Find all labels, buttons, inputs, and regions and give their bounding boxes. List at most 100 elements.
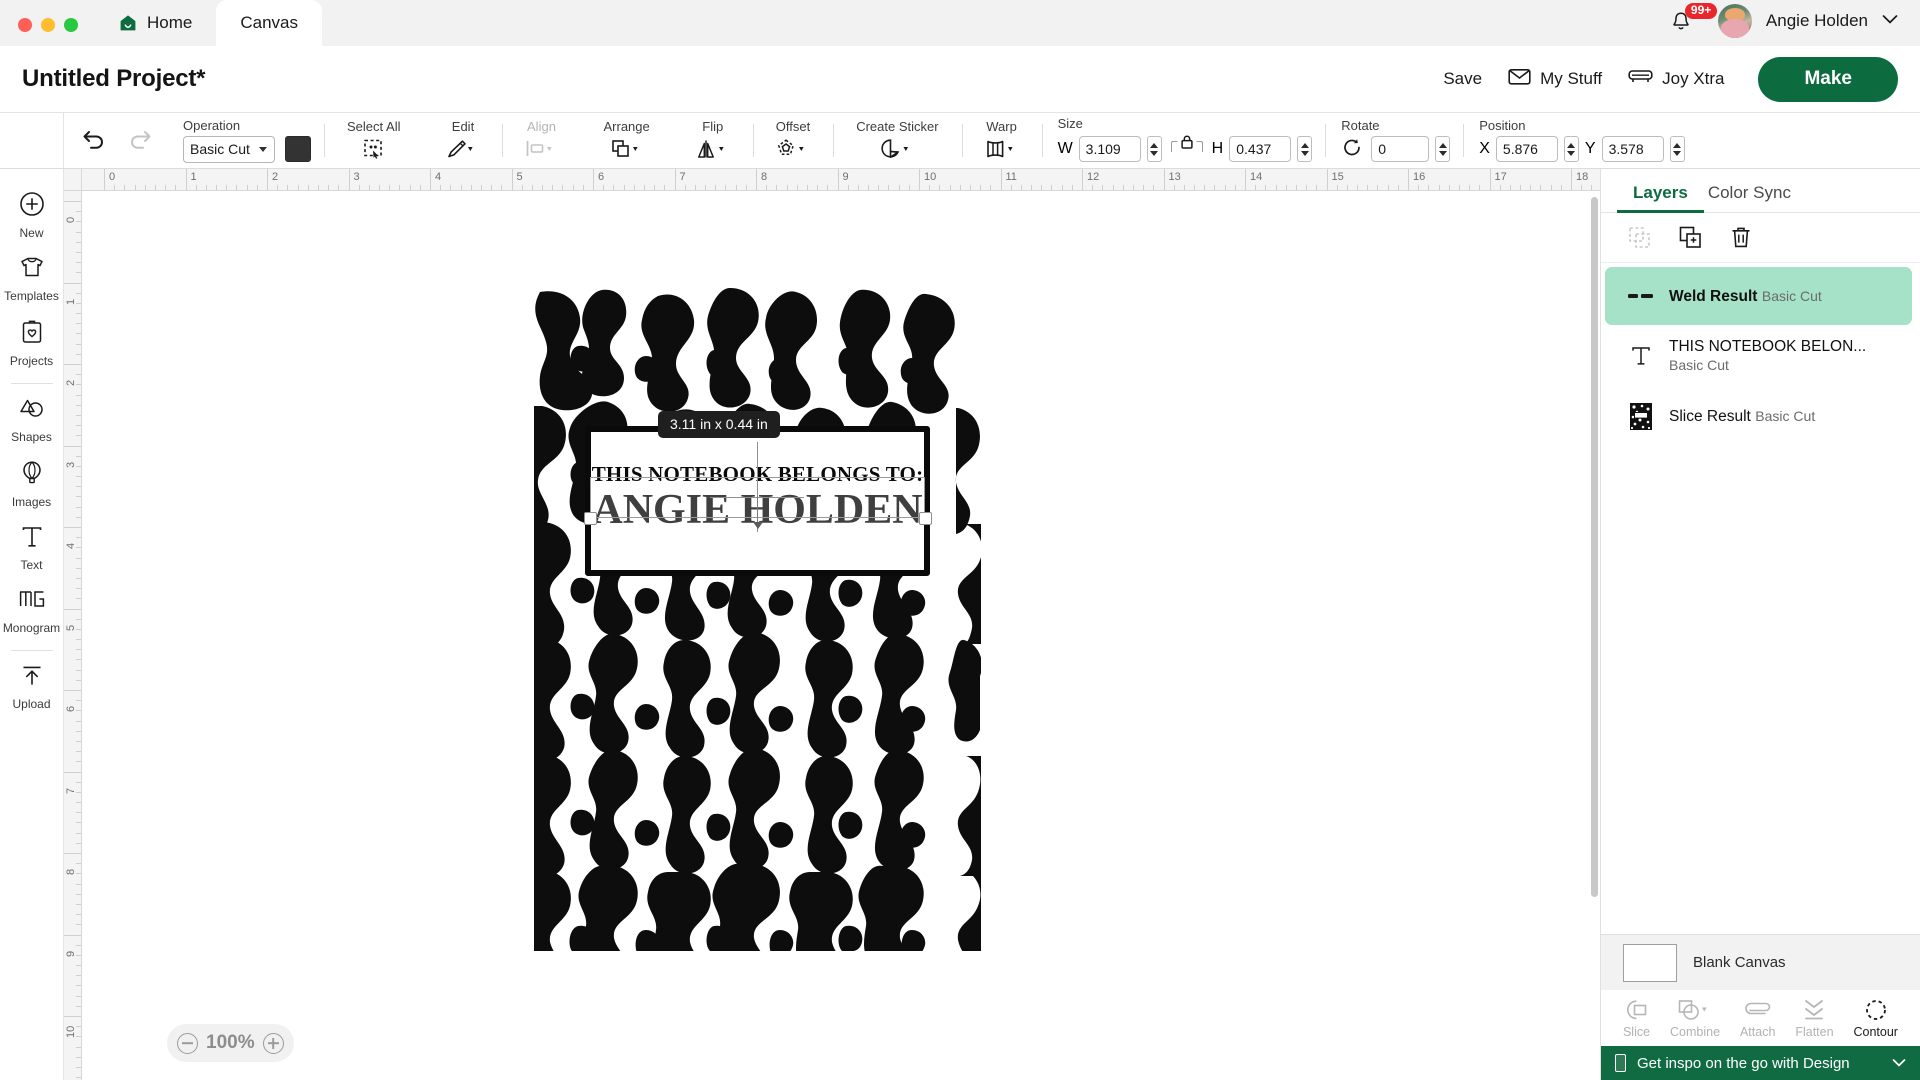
edit-button[interactable]: Edit <box>436 120 489 161</box>
rotate-stepper[interactable] <box>1435 136 1451 162</box>
ruler-minor-tick <box>715 185 717 190</box>
rotate-input[interactable]: 0 <box>1371 136 1430 162</box>
ruler-minor-tick <box>338 185 340 190</box>
monogram-icon <box>17 587 47 618</box>
promo-banner[interactable]: Get inspo on the go with Design <box>1601 1046 1920 1080</box>
contour-button[interactable]: Contour <box>1854 998 1898 1039</box>
zoom-window-button[interactable] <box>64 18 78 32</box>
rail-item-shapes[interactable]: Shapes <box>0 387 64 450</box>
attach-button[interactable]: Attach <box>1740 998 1775 1039</box>
rail-item-monogram[interactable]: Monogram <box>0 578 64 641</box>
joy-xtra-button[interactable]: Joy Xtra <box>1628 68 1724 90</box>
make-button[interactable]: Make <box>1758 56 1898 102</box>
ruler-tick <box>104 169 105 190</box>
ruler-minor-tick <box>76 1005 81 1007</box>
tab-color-sync[interactable]: Color Sync <box>1698 183 1801 212</box>
tab-layers[interactable]: Layers <box>1617 183 1704 213</box>
redo-icon[interactable] <box>126 127 152 154</box>
width-stepper[interactable] <box>1146 136 1162 162</box>
selection-handle-bl[interactable] <box>584 512 597 525</box>
group-icon[interactable] <box>1627 225 1652 250</box>
ruler-tick <box>64 201 81 202</box>
rail-item-text[interactable]: Text <box>0 515 64 578</box>
ruler-minor-tick <box>1560 185 1562 190</box>
avatar[interactable] <box>1717 4 1752 38</box>
tab-home[interactable]: Home <box>94 0 216 46</box>
rotate-handle-stem[interactable] <box>757 496 758 524</box>
arrange-button[interactable]: Arrange <box>593 120 659 161</box>
ruler-minor-tick <box>76 669 81 671</box>
layer-text: Weld Result Basic Cut <box>1669 287 1822 306</box>
position-x-stepper[interactable] <box>1563 136 1579 162</box>
canvas-vertical-scrollbar[interactable] <box>1591 197 1598 897</box>
ruler-minor-tick <box>572 185 574 190</box>
machine-icon <box>1628 68 1653 90</box>
minimize-window-button[interactable] <box>41 18 55 32</box>
ruler-minor-tick <box>1530 185 1532 190</box>
lock-aspect-ratio-button[interactable] <box>1168 134 1206 164</box>
ruler-tick <box>919 169 920 190</box>
zoom-in-button[interactable] <box>262 1032 284 1054</box>
warp-icon <box>985 137 1019 161</box>
ruler-minor-tick <box>1071 185 1073 190</box>
chevron-down-icon[interactable] <box>1882 12 1898 30</box>
chevron-down-icon[interactable] <box>1892 1055 1906 1072</box>
canvas-area[interactable]: 0 1 2 3 4 5 6 7 8 9 10 11 12 13 14 15 16 17 18 01234567891… <box>64 169 1600 1080</box>
selection-handle-br[interactable] <box>919 512 932 525</box>
flatten-button[interactable]: Flatten <box>1795 998 1834 1039</box>
height-stepper[interactable] <box>1297 136 1313 162</box>
rail-item-new[interactable]: New <box>0 181 64 246</box>
ruler-minor-tick <box>226 185 228 190</box>
ruler-minor-tick <box>76 1066 81 1068</box>
combine-button[interactable]: Combine <box>1670 998 1720 1039</box>
duplicate-icon[interactable] <box>1678 225 1703 250</box>
width-input[interactable]: 3.109 <box>1078 136 1141 162</box>
position-x-input[interactable]: 5.876 <box>1495 136 1558 162</box>
ruler-minor-tick <box>76 965 81 967</box>
create-sticker-button[interactable]: Create Sticker <box>846 120 948 161</box>
align-button[interactable]: Align <box>515 120 567 161</box>
rail-item-images[interactable]: Images <box>0 450 64 515</box>
text-t-icon <box>19 524 45 555</box>
rotate-handle-arrow[interactable] <box>753 522 763 529</box>
position-y-stepper[interactable] <box>1669 136 1685 162</box>
zoom-out-button[interactable] <box>177 1032 198 1054</box>
save-button[interactable]: Save <box>1443 69 1482 89</box>
layer-row-text[interactable]: THIS NOTEBOOK BELON... Basic Cut <box>1605 327 1912 385</box>
close-window-button[interactable] <box>18 18 32 32</box>
tab-canvas[interactable]: Canvas <box>216 0 322 46</box>
slice-button[interactable]: Slice <box>1623 998 1650 1039</box>
notebook-artwork[interactable]: THIS NOTEBOOK BELONGS TO: ANGIE HOLDEN 3… <box>534 286 981 951</box>
rail-item-projects[interactable]: Projects <box>0 309 64 374</box>
operation-color-swatch[interactable] <box>285 136 311 162</box>
warp-button[interactable]: Warp <box>975 120 1029 161</box>
operation-select[interactable]: Basic Cut <box>183 135 275 163</box>
layer-row-weld-result[interactable]: Weld Result Basic Cut <box>1605 267 1912 325</box>
undo-icon[interactable] <box>82 127 108 154</box>
offset-button[interactable]: Offset <box>766 120 820 161</box>
artboard[interactable]: THIS NOTEBOOK BELONGS TO: ANGIE HOLDEN 3… <box>82 191 1600 1080</box>
layer-row-slice-result[interactable]: Slice Result Basic Cut <box>1605 387 1912 445</box>
rail-item-templates[interactable]: Templates <box>0 246 64 309</box>
ruler-minor-tick <box>440 185 442 190</box>
delete-icon[interactable] <box>1729 225 1753 250</box>
offset-icon <box>776 137 810 161</box>
flip-button[interactable]: Flip <box>686 120 740 161</box>
rail-item-upload[interactable]: Upload <box>0 654 64 717</box>
ruler-minor-tick <box>76 720 81 722</box>
position-y-input[interactable]: 3.578 <box>1601 136 1664 162</box>
ruler-minor-tick <box>1428 185 1430 190</box>
ruler-minor-tick <box>76 863 81 865</box>
select-all-button[interactable]: Select All <box>337 120 410 161</box>
notifications-button[interactable]: 99+ <box>1670 3 1718 36</box>
ruler-minor-tick <box>603 185 605 190</box>
ruler-tick-label: 15 <box>1331 171 1344 183</box>
ruler-minor-tick <box>1591 185 1593 190</box>
page-title[interactable]: Untitled Project* <box>22 65 205 93</box>
my-stuff-button[interactable]: My Stuff <box>1508 67 1602 91</box>
blank-canvas-row[interactable]: Blank Canvas <box>1601 934 1920 990</box>
ruler-tick <box>1408 169 1409 190</box>
height-input[interactable]: 0.437 <box>1229 136 1292 162</box>
ruler-tick <box>430 169 431 190</box>
ruler-minor-tick <box>460 185 462 190</box>
